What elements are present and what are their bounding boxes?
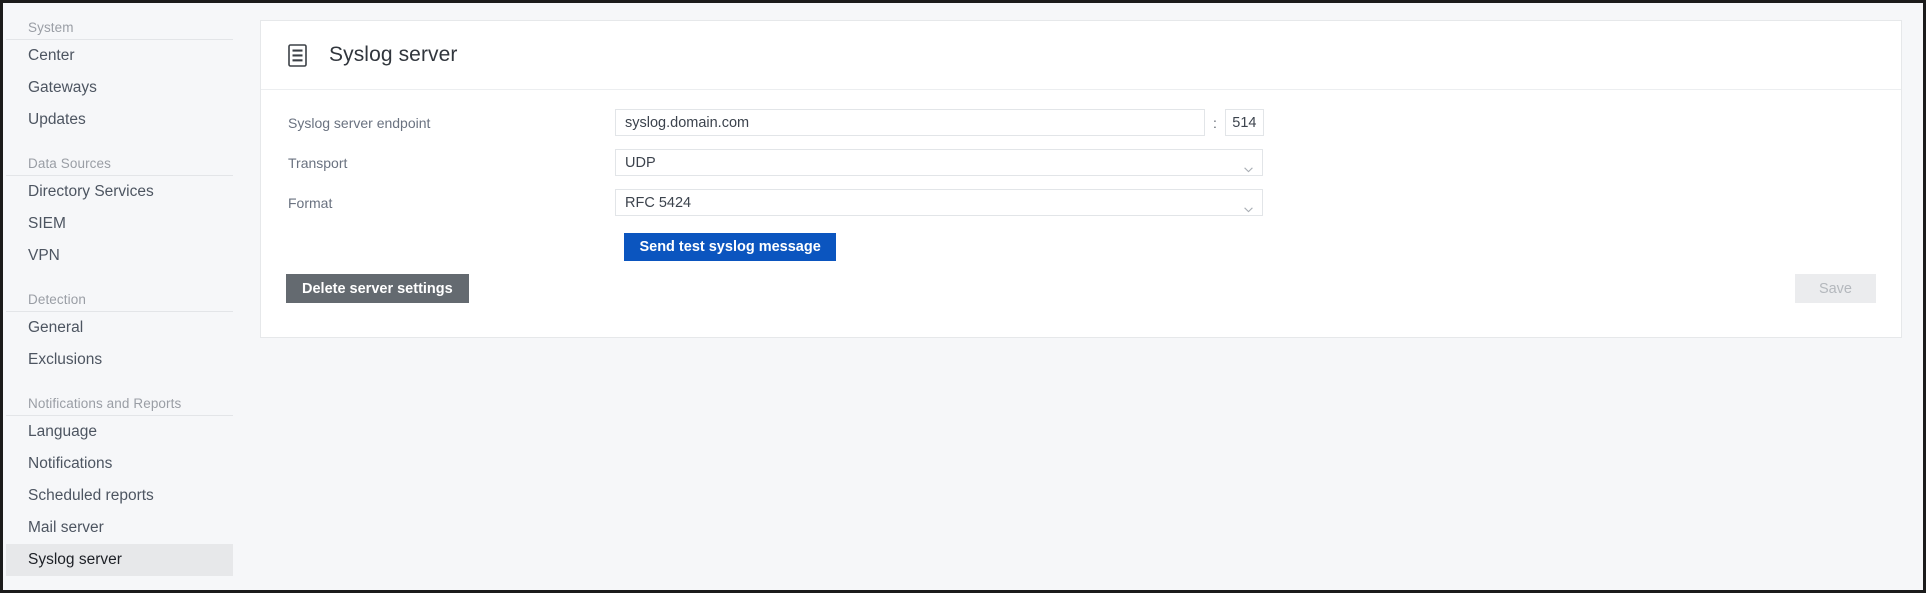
form-row-endpoint: Syslog server endpoint : bbox=[261, 109, 1901, 136]
settings-sidebar: System Center Gateways Updates Data Sources D… bbox=[6, 6, 251, 590]
sidebar-item-syslog-server[interactable]: Syslog server bbox=[6, 544, 233, 576]
sidebar-group: Notifications and Reports Language Notific… bbox=[6, 396, 251, 576]
syslog-endpoint-input[interactable] bbox=[615, 109, 1205, 136]
transport-selected-value: UDP bbox=[625, 154, 656, 171]
sidebar-group-title: System bbox=[6, 20, 233, 40]
save-button[interactable]: Save bbox=[1794, 274, 1876, 303]
sidebar-item-center[interactable]: Center bbox=[6, 40, 233, 72]
sidebar-group: System Center Gateways Updates bbox=[6, 20, 251, 136]
sidebar-item-general[interactable]: General bbox=[6, 312, 233, 344]
sidebar-item-directory-services[interactable]: Directory Services bbox=[6, 176, 233, 208]
sidebar-item-vpn[interactable]: VPN bbox=[6, 240, 233, 272]
transport-select[interactable]: UDP bbox=[615, 149, 1263, 176]
sidebar-item-gateways[interactable]: Gateways bbox=[6, 72, 233, 104]
main-content-area: Syslog server Syslog server endpoint : T… bbox=[252, 6, 1920, 587]
format-select[interactable]: RFC 5424 bbox=[615, 189, 1263, 216]
sidebar-item-notifications[interactable]: Notifications bbox=[6, 448, 233, 480]
chevron-down-icon bbox=[1244, 200, 1253, 212]
endpoint-label: Syslog server endpoint bbox=[288, 114, 431, 131]
sidebar-group-title: Detection bbox=[6, 292, 233, 312]
card-footer: Delete server settings Save bbox=[261, 255, 1901, 337]
chevron-down-icon bbox=[1244, 160, 1253, 172]
sidebar-item-exclusions[interactable]: Exclusions bbox=[6, 344, 233, 376]
settings-card: Syslog server Syslog server endpoint : T… bbox=[260, 20, 1902, 338]
page-title: Syslog server bbox=[329, 43, 458, 66]
sidebar-group: Data Sources Directory Services SIEM VPN bbox=[6, 156, 251, 272]
endpoint-field-group: : bbox=[615, 109, 1901, 136]
sidebar-item-mail-server[interactable]: Mail server bbox=[6, 512, 233, 544]
sidebar-group-title: Data Sources bbox=[6, 156, 233, 176]
delete-server-settings-button[interactable]: Delete server settings bbox=[286, 274, 469, 303]
syslog-port-input[interactable] bbox=[1224, 109, 1264, 136]
form-row-transport: Transport UDP bbox=[261, 149, 1901, 176]
application-window: System Center Gateways Updates Data Sources D… bbox=[0, 0, 1926, 593]
format-selected-value: RFC 5424 bbox=[625, 194, 692, 211]
endpoint-port-separator: : bbox=[1213, 114, 1217, 131]
sidebar-group-title: Notifications and Reports bbox=[6, 396, 233, 416]
form-row-format: Format RFC 5424 bbox=[261, 189, 1901, 216]
sidebar-item-scheduled-reports[interactable]: Scheduled reports bbox=[6, 480, 233, 512]
format-label: Format bbox=[288, 194, 333, 211]
transport-field-group: UDP bbox=[615, 149, 1901, 176]
transport-label: Transport bbox=[288, 154, 348, 171]
document-lines-icon bbox=[288, 43, 307, 67]
format-field-group: RFC 5424 bbox=[615, 189, 1901, 216]
card-header: Syslog server bbox=[261, 21, 1901, 90]
sidebar-item-siem[interactable]: SIEM bbox=[6, 208, 233, 240]
syslog-settings-form: Syslog server endpoint : Transport UDP bbox=[261, 90, 1901, 261]
sidebar-group: Detection General Exclusions bbox=[6, 292, 251, 376]
sidebar-item-updates[interactable]: Updates bbox=[6, 104, 233, 136]
sidebar-item-language[interactable]: Language bbox=[6, 416, 233, 448]
